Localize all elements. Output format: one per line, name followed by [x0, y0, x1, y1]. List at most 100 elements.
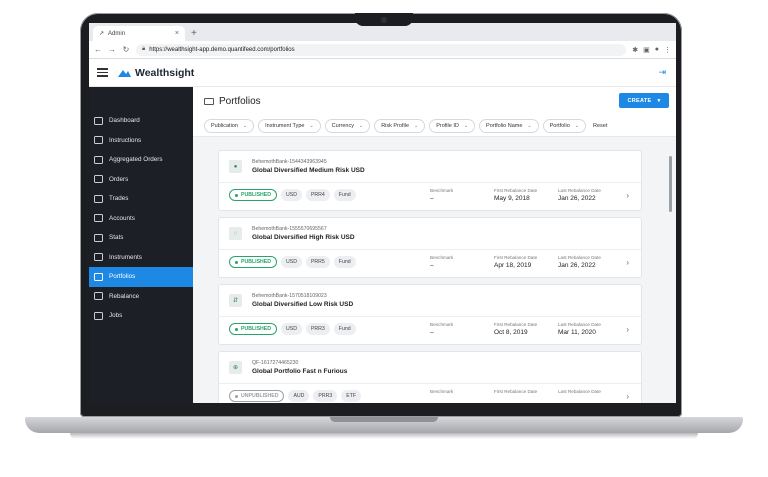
card-divider	[219, 182, 641, 183]
filter-portfolio-name[interactable]: Portfolio Name ⌄	[479, 118, 539, 133]
chevron-down-icon: ⌄	[574, 122, 580, 129]
menu-dots-icon[interactable]: ⋮	[664, 46, 671, 54]
chevron-right-icon[interactable]: ›	[626, 191, 629, 200]
screen: ↗ Admin × + ← → ↻ 🔒︎ https://wealthsight…	[89, 23, 676, 403]
sidebar-item-label: Dashboard	[109, 117, 140, 125]
sidebar-item-instruments[interactable]: Instruments	[89, 248, 193, 268]
filter-risk-profile[interactable]: Risk Profile ⌄	[374, 118, 426, 133]
filter-profile-id[interactable]: Profile ID ⌄	[429, 118, 476, 133]
portfolio-id: QF-1617274465230	[252, 360, 299, 366]
sidebar-nav: Dashboard Instructions Aggregated Orders Or…	[89, 87, 193, 403]
chevron-right-icon[interactable]: ›	[626, 392, 629, 401]
instruments-icon	[94, 253, 103, 262]
filter-label: Instrument Type	[265, 122, 305, 129]
url-input[interactable]: 🔒︎ https://wealthsight-app.demo.quantife…	[136, 43, 627, 56]
brand-name: Wealthsight	[135, 66, 195, 79]
sidebar-item-trades[interactable]: Trades	[89, 189, 193, 209]
tag-chip: PRR5	[305, 256, 330, 268]
tag-list: PUBLISHED USD PRR3 Fund	[229, 323, 356, 335]
filter-label: Profile ID	[436, 122, 459, 129]
first-rebalance-field: First Rebalance Date May 9, 2018	[494, 188, 538, 202]
portfolio-name[interactable]: Global Portfolio Fast n Furious	[252, 368, 347, 375]
chevron-right-icon[interactable]: ›	[626, 258, 629, 267]
sidebar-item-instructions[interactable]: Instructions	[89, 131, 193, 151]
first-rebalance-field: First Rebalance Date	[494, 389, 538, 394]
logout-icon[interactable]: ⇥	[658, 67, 666, 78]
filter-label: Portfolio	[549, 122, 570, 129]
mountain-logo-icon	[118, 70, 131, 77]
filter-publication[interactable]: Publication ⌄	[204, 118, 255, 133]
sidebar-item-jobs[interactable]: Jobs	[89, 306, 193, 326]
portfolio-card[interactable]: ● BehemothBank-1544343963945 Global Divers…	[218, 150, 642, 211]
laptop-shadow	[70, 433, 698, 439]
instructions-icon	[94, 136, 103, 145]
hamburger-menu-icon[interactable]	[97, 68, 108, 77]
status-badge: UNPUBLISHED	[229, 390, 285, 402]
brand-logo: Wealthsight	[118, 67, 194, 79]
filter-currency[interactable]: Currency ⌄	[324, 118, 371, 133]
portfolio-card[interactable]: ⇵ BehemothBank-1570518109023 Global Divers…	[218, 284, 642, 345]
sidepanel-icon[interactable]: ▣	[643, 46, 650, 54]
sidebar-item-stats[interactable]: Stats	[89, 228, 193, 248]
status-badge: PUBLISHED	[229, 189, 277, 201]
filter-label: Publication	[211, 122, 238, 129]
tag-chip: USD	[280, 323, 302, 335]
portfolio-card[interactable]: ◌ BehemothBank-1555570695567 Global Divers…	[218, 217, 642, 278]
filter-portfolio[interactable]: Portfolio ⌄	[542, 118, 587, 133]
back-icon[interactable]: ←	[94, 45, 102, 54]
sidebar-item-rebalance[interactable]: Rebalance	[89, 287, 193, 307]
sidebar-item-label: Trades	[109, 195, 129, 203]
tag-chip: Fund	[333, 189, 356, 201]
portfolio-name[interactable]: Global Diversified Low Risk USD	[252, 301, 353, 308]
extensions-icon[interactable]: ✱	[632, 46, 638, 54]
forward-icon[interactable]: →	[108, 45, 116, 54]
profile-icon[interactable]: ●	[655, 46, 659, 54]
reload-icon[interactable]: ↻	[122, 45, 130, 54]
tag-chip: PRR3	[313, 390, 338, 402]
sidebar-item-label: Jobs	[109, 312, 123, 320]
close-tab-icon[interactable]: ×	[175, 30, 179, 37]
reset-filters-button[interactable]: Reset	[593, 123, 607, 129]
create-button[interactable]: CREATE ▾	[619, 93, 669, 108]
lock-icon: 🔒︎	[142, 46, 146, 52]
new-tab-button[interactable]: +	[191, 26, 197, 41]
sidebar-item-aggregated-orders[interactable]: Aggregated Orders	[89, 150, 193, 170]
sidebar-item-dashboard[interactable]: Dashboard	[89, 111, 193, 131]
first-rebalance-field: First Rebalance Date Oct 8, 2019	[494, 322, 538, 336]
portfolio-thumbnail-icon: ⊕	[229, 361, 242, 374]
page-header: Portfolios CREATE ▾	[193, 87, 676, 115]
browser-tab[interactable]: ↗ Admin ×	[93, 26, 185, 41]
benchmark-field: Benchmark	[430, 389, 454, 394]
chevron-down-icon: ⌄	[358, 122, 364, 129]
portfolios-icon	[94, 272, 103, 281]
last-rebalance-field: Last Rebalance Date Jan 26, 2022	[558, 255, 601, 269]
sidebar-item-portfolios[interactable]: Portfolios	[89, 267, 193, 287]
card-divider	[219, 249, 641, 250]
filter-instrument-type[interactable]: Instrument Type ⌄	[258, 118, 321, 133]
chevron-down-icon: ⌄	[309, 122, 314, 129]
portfolio-name[interactable]: Global Diversified Medium Risk USD	[252, 167, 365, 174]
jobs-icon	[94, 311, 103, 320]
scrollbar[interactable]	[669, 156, 672, 212]
sidebar-item-label: Instructions	[109, 136, 142, 144]
tag-chip: Fund	[333, 256, 356, 268]
benchmark-field: Benchmark –	[430, 255, 454, 269]
portfolio-card[interactable]: ⊕ QF-1617274465230 Global Portfolio Fast n…	[218, 351, 642, 403]
caret-down-icon: ▾	[657, 97, 661, 104]
card-divider	[219, 383, 641, 384]
portfolio-id: BehemothBank-1570518109023	[252, 293, 327, 299]
tab-favicon-icon: ↗	[99, 31, 105, 37]
sidebar-item-label: Aggregated Orders	[109, 156, 163, 164]
card-divider	[219, 316, 641, 317]
sidebar-item-orders[interactable]: Orders	[89, 170, 193, 190]
portfolio-name[interactable]: Global Diversified High Risk USD	[252, 234, 355, 241]
chevron-right-icon[interactable]: ›	[626, 325, 629, 334]
tag-chip: USD	[280, 256, 302, 268]
sidebar-item-accounts[interactable]: Accounts	[89, 209, 193, 229]
benchmark-field: Benchmark –	[430, 188, 454, 202]
trades-icon	[94, 194, 103, 203]
dashboard-icon	[94, 116, 103, 125]
status-badge: PUBLISHED	[229, 256, 277, 268]
page-title: Portfolios	[219, 95, 261, 107]
status-badge: PUBLISHED	[229, 323, 277, 335]
